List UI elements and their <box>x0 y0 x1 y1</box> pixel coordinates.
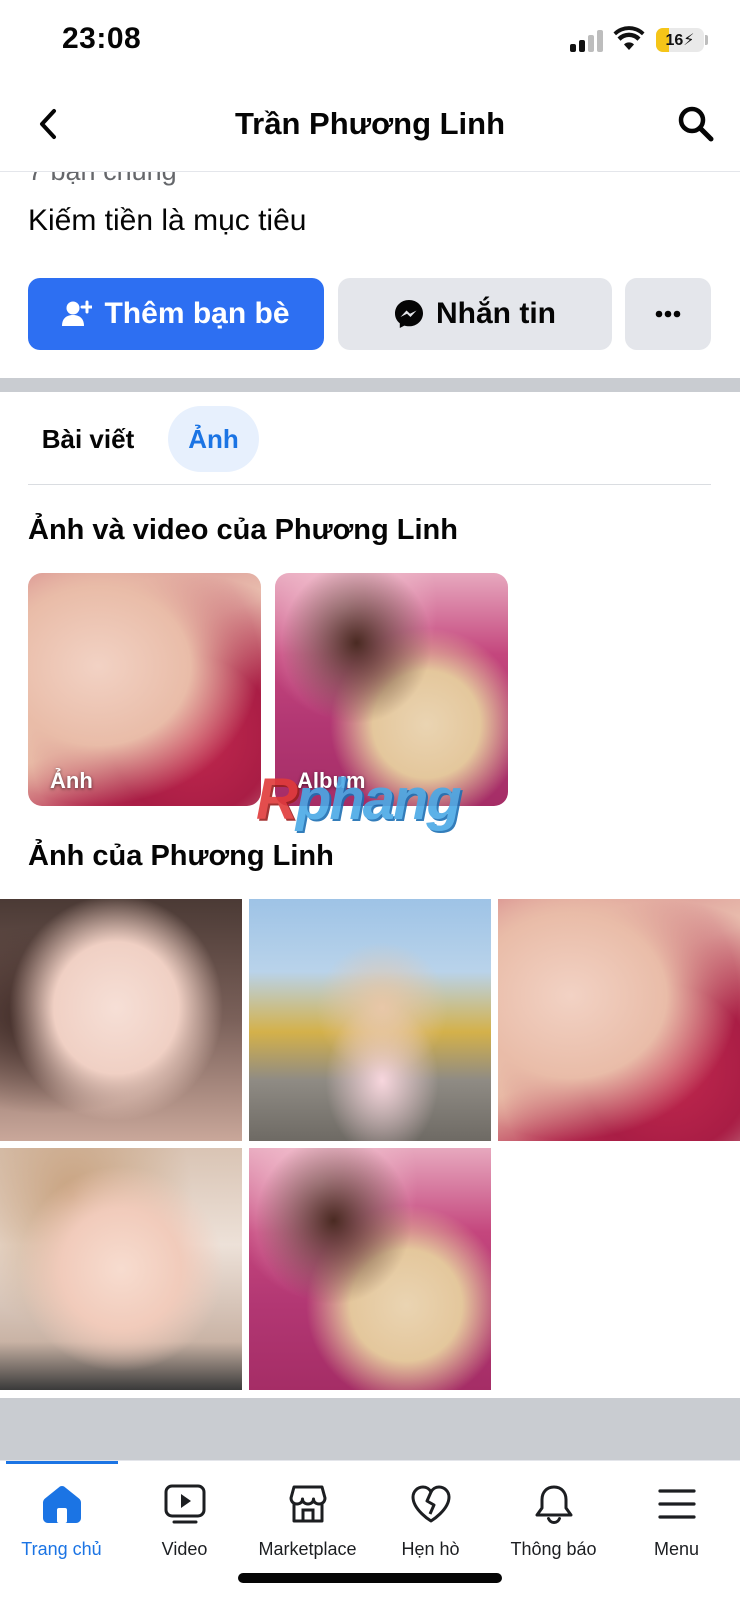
tab-posts[interactable]: Bài viết <box>28 406 148 472</box>
watermark-initial: R <box>256 767 298 832</box>
watermark-text: phang <box>295 767 462 832</box>
add-friend-label: Thêm bạn bè <box>104 297 290 330</box>
album-caption: Ảnh <box>50 768 93 793</box>
battery-icon: 16⚡ <box>656 28 704 52</box>
tab-photos[interactable]: Ảnh <box>168 406 259 472</box>
photo-thumbnail[interactable] <box>0 899 242 1141</box>
video-icon <box>164 1484 205 1524</box>
status-bar: 23:08 16⚡ <box>0 0 740 80</box>
nav-notifications[interactable]: Thông báo <box>492 1481 615 1560</box>
nav-notifications-label: Thông báo <box>510 1539 597 1559</box>
nav-home[interactable]: Trang chủ <box>0 1481 123 1560</box>
battery-tip <box>705 35 708 45</box>
nav-dating-label: Hẹn hò <box>401 1539 460 1559</box>
bell-icon <box>535 1485 572 1524</box>
photos-section-title: Ảnh của Phương Linh <box>28 840 334 872</box>
dating-icon <box>411 1485 450 1523</box>
nav-menu[interactable]: Menu <box>615 1481 738 1560</box>
nav-marketplace[interactable]: Marketplace <box>246 1481 369 1560</box>
message-label: Nhắn tin <box>436 297 556 330</box>
page-title: Trần Phương Linh <box>234 106 506 141</box>
nav-video[interactable]: Video <box>123 1481 246 1560</box>
add-friend-button[interactable]: Thêm bạn bè <box>28 278 324 350</box>
wifi-icon <box>613 26 645 50</box>
nav-video-label: Video <box>161 1539 208 1559</box>
messenger-icon <box>394 299 424 329</box>
battery-percentage: 16 <box>665 32 684 49</box>
section-divider <box>0 1398 740 1460</box>
home-icon <box>42 1486 81 1523</box>
chevron-left-icon <box>40 109 56 139</box>
cellular-signal-icon <box>570 30 604 52</box>
search-button[interactable] <box>674 102 718 146</box>
nav-home-label: Trang chủ <box>21 1539 102 1559</box>
status-time: 23:08 <box>62 22 142 55</box>
watermark-logo: Rphang <box>256 766 462 833</box>
photo-thumbnail[interactable] <box>498 899 740 1141</box>
albums-section-title: Ảnh và video của Phương Linh <box>28 514 458 546</box>
nav-menu-label: Menu <box>653 1539 700 1559</box>
section-divider <box>0 378 740 392</box>
album-photos-tile[interactable]: Ảnh <box>28 573 261 806</box>
photo-thumbnail[interactable] <box>249 899 491 1141</box>
top-nav: Trần Phương Linh <box>0 80 740 172</box>
marketplace-icon <box>289 1485 326 1523</box>
nav-marketplace-label: Marketplace <box>258 1539 357 1559</box>
photo-thumbnail[interactable] <box>0 1148 242 1390</box>
add-friend-icon <box>62 300 93 328</box>
menu-icon <box>657 1489 696 1519</box>
home-indicator[interactable] <box>238 1573 502 1583</box>
more-icon <box>655 310 681 318</box>
active-tab-indicator <box>6 1461 118 1464</box>
profile-bio: Kiếm tiền là mục tiêu <box>28 204 307 237</box>
back-button[interactable] <box>26 102 70 146</box>
search-icon <box>678 106 714 142</box>
photo-thumbnail[interactable] <box>249 1148 491 1390</box>
message-button[interactable]: Nhắn tin <box>338 278 612 350</box>
more-options-button[interactable] <box>625 278 711 350</box>
tabs-divider <box>28 484 711 485</box>
nav-dating[interactable]: Hẹn hò <box>369 1481 492 1560</box>
